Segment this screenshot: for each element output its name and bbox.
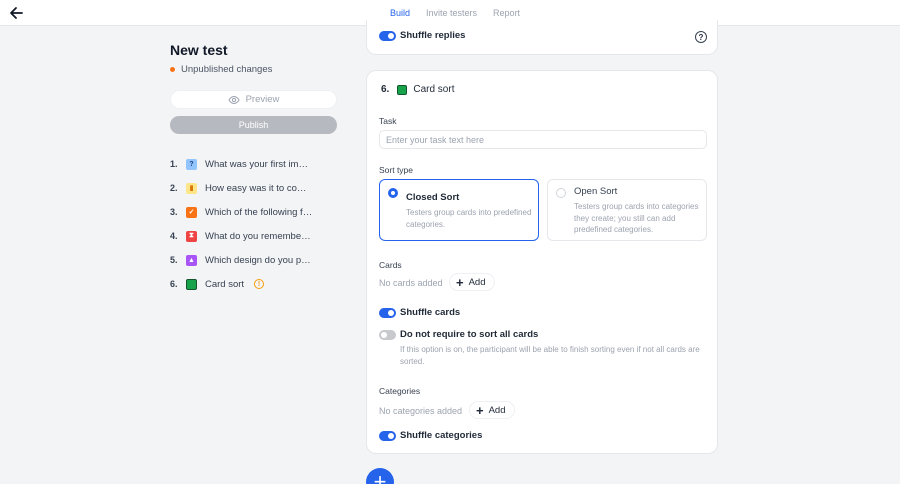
question-text: Which design do you prefer? <box>205 254 313 266</box>
shuffle-replies-label: Shuffle replies <box>400 30 466 41</box>
card-sort-icon <box>186 278 197 290</box>
status-indicator: Unpublished changes <box>170 64 272 75</box>
question-number: 2. <box>170 183 178 193</box>
checkbox-icon: ✓ <box>186 206 197 218</box>
hourglass-icon: ⧗ <box>186 230 197 242</box>
closed-sort-option[interactable]: Closed Sort Testers group cards into pre… <box>379 179 539 241</box>
status-dot-icon <box>170 67 175 72</box>
preview-label: Preview <box>245 94 280 105</box>
add-category-label: Add <box>488 404 506 416</box>
closed-sort-desc: Testers group cards into predefined cate… <box>406 208 532 229</box>
add-category-button[interactable]: + Add <box>469 401 515 419</box>
question-text: How easy was it to complete? <box>205 182 313 194</box>
question-number: 6. <box>170 279 178 289</box>
add-card-label: Add <box>468 276 486 288</box>
card-sort-icon <box>397 84 408 95</box>
eye-icon <box>228 95 240 104</box>
not-require-toggle[interactable] <box>379 330 396 340</box>
open-sort-desc: Testers group cards into categories they… <box>574 202 699 234</box>
question-item-4[interactable]: 4. ⧗ What do you remember about <box>170 224 330 248</box>
task-input[interactable] <box>379 130 707 149</box>
question-list: 1. ? What was your first impression? 2. … <box>170 152 330 296</box>
question-item-6[interactable]: 6. Card sort ! <box>170 272 330 296</box>
question-icon: ? <box>186 158 197 170</box>
page-title: New test <box>170 42 228 58</box>
plus-icon: + <box>476 402 484 418</box>
question-number: 5. <box>170 255 178 265</box>
bar-chart-icon: ▮ <box>186 182 197 194</box>
question-text: Card sort <box>205 278 245 290</box>
question-item-2[interactable]: 2. ▮ How easy was it to complete? <box>170 176 330 200</box>
question-text: What was your first impression? <box>205 158 313 170</box>
sort-type-label: Sort type <box>379 165 414 175</box>
question-text: Which of the following features <box>205 206 313 218</box>
question-header: 6. Card sort <box>381 84 454 95</box>
design-icon: ▲ <box>186 254 197 266</box>
shuffle-cards-toggle[interactable] <box>379 308 396 318</box>
question-number: 4. <box>170 231 178 241</box>
status-text: Unpublished changes <box>181 64 273 75</box>
help-icon[interactable]: ? <box>695 31 707 43</box>
question-text: What do you remember about <box>205 230 313 242</box>
shuffle-replies-toggle[interactable] <box>379 31 396 41</box>
warning-icon: ! <box>254 279 265 289</box>
card-sort-question-card: 6. Card sort Task Sort type Closed Sort … <box>366 70 718 454</box>
no-categories-text: No categories added <box>379 406 463 416</box>
previous-question-card: Shuffle replies ? <box>366 20 718 55</box>
open-sort-radio[interactable] <box>556 188 566 198</box>
shuffle-categories-toggle[interactable] <box>379 431 396 441</box>
add-card-button[interactable]: + Add <box>449 273 495 291</box>
publish-button[interactable]: Publish <box>170 116 337 134</box>
categories-label: Categories <box>379 386 421 396</box>
question-number: 6. <box>381 84 390 95</box>
task-label: Task <box>379 116 397 126</box>
closed-sort-title: Closed Sort <box>406 192 460 203</box>
question-item-1[interactable]: 1. ? What was your first impression? <box>170 152 330 176</box>
shuffle-cards-label: Shuffle cards <box>400 307 461 318</box>
no-cards-text: No cards added <box>379 278 443 288</box>
question-title: Card sort <box>413 84 455 95</box>
not-require-label: Do not require to sort all cards <box>400 329 539 340</box>
add-question-button[interactable]: + <box>366 468 394 484</box>
question-item-5[interactable]: 5. ▲ Which design do you prefer? <box>170 248 330 272</box>
shuffle-categories-label: Shuffle categories <box>400 430 483 441</box>
not-require-desc: If this option is on, the participant wi… <box>400 345 700 366</box>
open-sort-option[interactable]: Open Sort Testers group cards into categ… <box>547 179 707 241</box>
question-item-3[interactable]: 3. ✓ Which of the following features <box>170 200 330 224</box>
back-arrow-icon[interactable] <box>8 5 24 21</box>
open-sort-title: Open Sort <box>574 186 618 197</box>
question-number: 3. <box>170 207 178 217</box>
plus-icon: + <box>456 274 464 290</box>
cards-label: Cards <box>379 260 402 270</box>
question-number: 1. <box>170 159 178 169</box>
preview-button[interactable]: Preview <box>170 90 337 109</box>
closed-sort-radio[interactable] <box>388 188 398 198</box>
